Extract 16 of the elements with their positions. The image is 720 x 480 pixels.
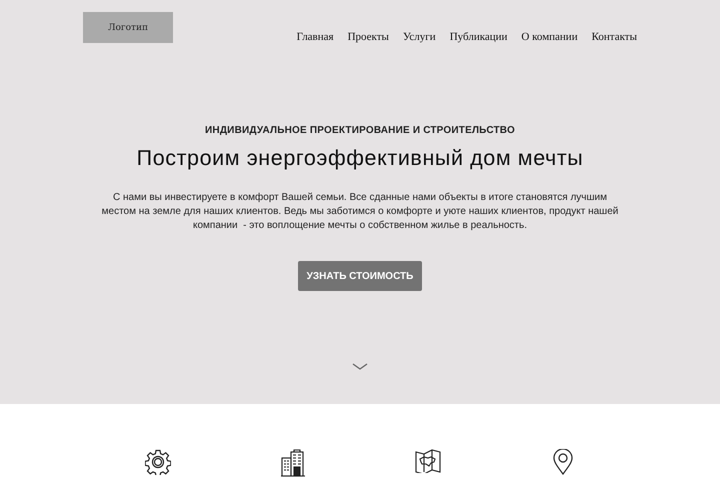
hero-subtitle: ИНДИВИДУАЛЬНОЕ ПРОЕКТИРОВАНИЕ И СТРОИТЕЛЬСТВО: [205, 125, 515, 136]
hero-title: Построим энергоэффективный дом мечты: [136, 146, 584, 171]
gear-icon: [144, 449, 170, 475]
nav-link[interactable]: Публикации: [450, 31, 508, 43]
chevron-down-icon[interactable]: [352, 363, 368, 370]
nav-link[interactable]: О компании: [521, 31, 578, 43]
nav-link[interactable]: Услуги: [402, 31, 436, 43]
cost-button[interactable]: УЗНАТЬ СТОИМОСТЬ: [298, 261, 422, 291]
nav-link[interactable]: Проекты: [348, 31, 389, 43]
nav-link[interactable]: Главная: [296, 31, 334, 43]
logo[interactable]: Логотип: [83, 12, 173, 43]
hero-text: С нами вы инвестируете в комфорт Вашей семьи. Все сданные нами объекты в итоге становятся лучшим местом на земле для наших клиентов. Ведь мы заботимся о комфорте и уюте наших клиентов, продукт нашей компании - это воплощение мечты о собственном жилье в реальность.: [100, 191, 620, 233]
nav-link[interactable]: Контакты: [592, 31, 637, 43]
map-icon: [414, 449, 440, 473]
buildings-icon: [280, 449, 304, 477]
location-pin-icon: [552, 449, 572, 475]
